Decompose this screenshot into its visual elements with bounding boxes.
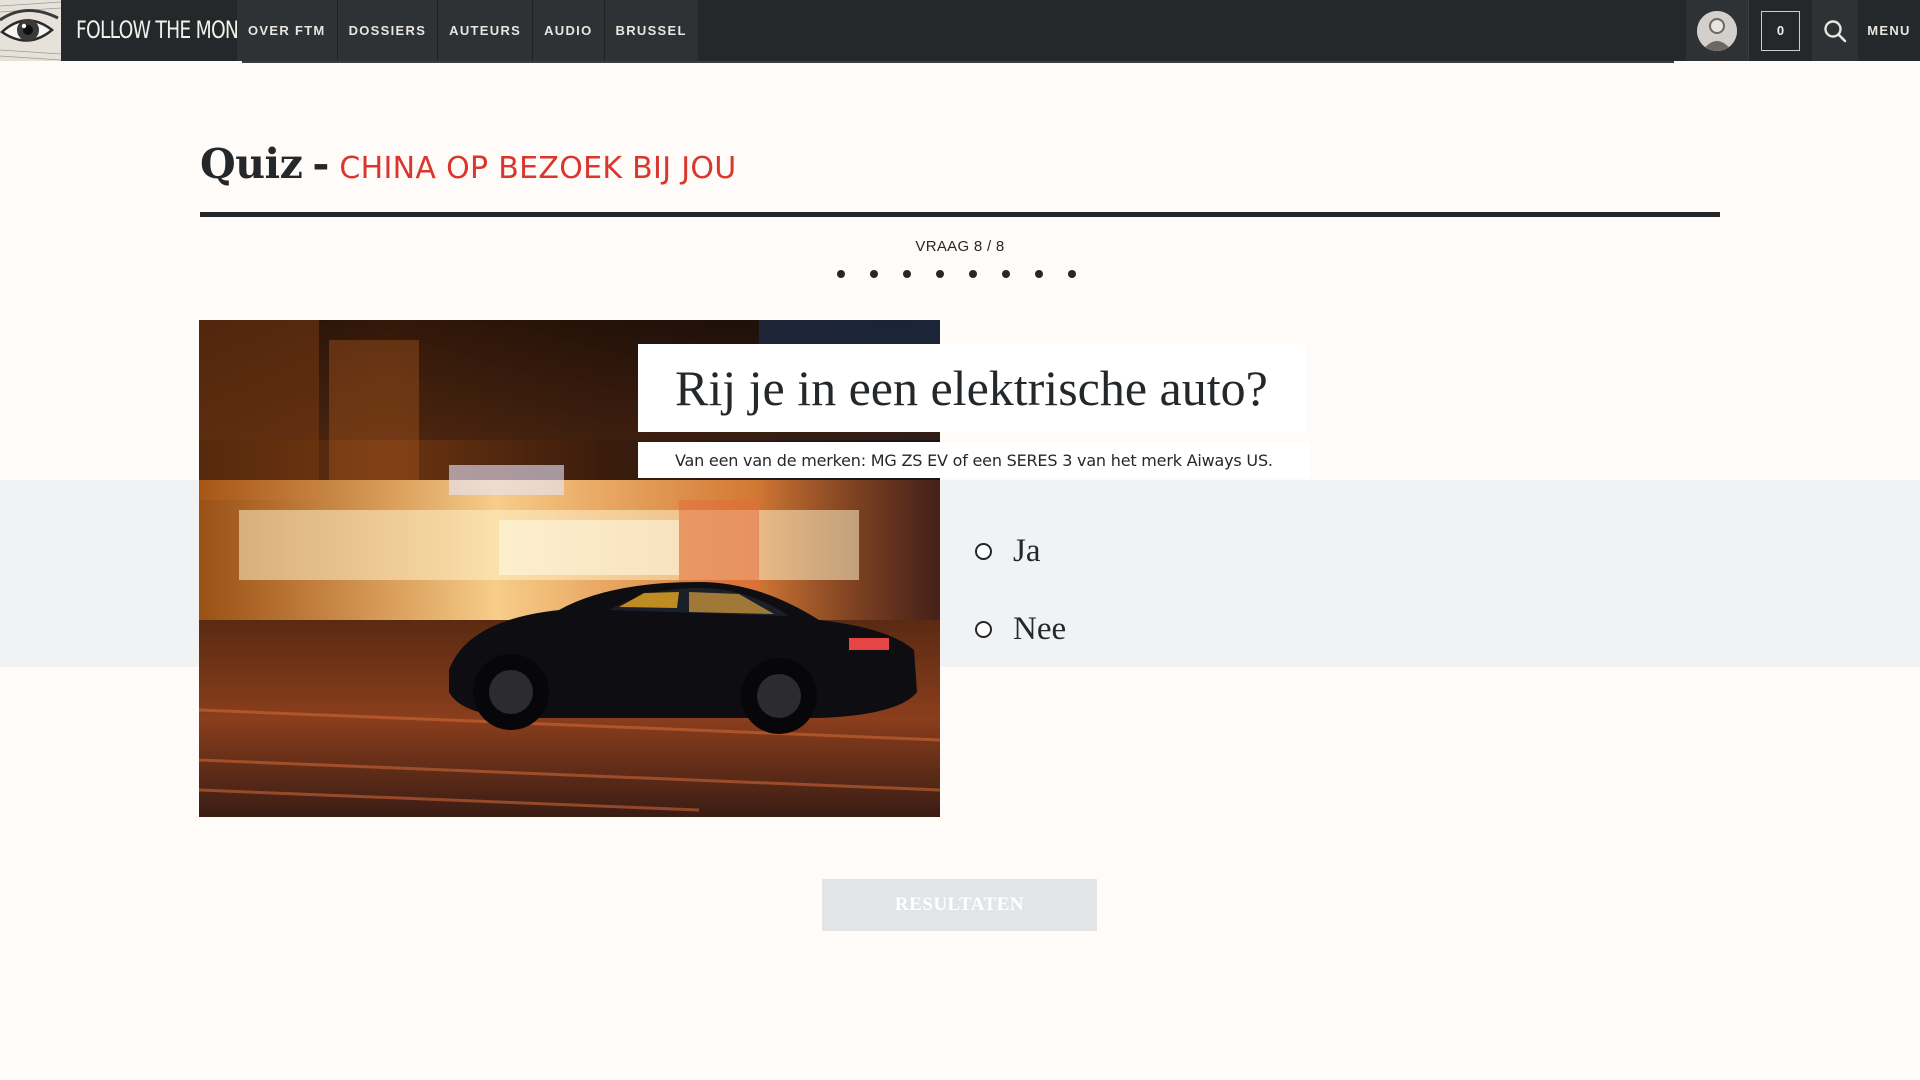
radio-button[interactable] [975,620,992,638]
results-button[interactable]: RESULTATEN [822,879,1097,931]
progress-dot-2[interactable] [870,270,878,278]
account-button[interactable] [1686,0,1748,61]
topbar-shadow [242,61,1674,63]
progress-dot-5[interactable] [969,270,977,278]
question-hint: Van een van de merken: MG ZS EV of een S… [675,450,1273,470]
progress-dot-7[interactable] [1035,270,1043,278]
nav-item-auteurs[interactable]: AUTEURS [437,0,533,61]
quiz-label: Quiz [200,140,303,188]
progress-dots [837,270,1076,278]
title-divider [200,212,1720,217]
main-nav: OVER FTM DOSSIERS AUTEURS AUDIO BRUSSEL [237,0,698,61]
header-tools: 0 MENU [1686,0,1920,61]
progress-dot-1[interactable] [837,270,845,278]
answer-option-ja[interactable]: Ja [975,512,1066,590]
nav-item-audio[interactable]: AUDIO [532,0,604,61]
nav-item-brussel[interactable]: BRUSSEL [603,0,698,61]
nav-item-over-ftm[interactable]: OVER FTM [237,0,337,61]
top-navigation-bar: FOLLOW THE MONEY OVER FTM DOSSIERS AUTEU… [0,0,1920,61]
menu-button[interactable]: MENU [1858,0,1920,61]
site-logo-text[interactable]: FOLLOW THE MONEY [76,0,261,61]
question-progress: VRAAG 8 / 8 [915,238,1005,255]
answer-options: Ja Nee [975,512,1066,668]
reading-list-count: 0 [1761,10,1800,51]
progress-dot-8[interactable] [1068,270,1076,278]
answer-label: Nee [1013,610,1067,647]
progress-dot-3[interactable] [903,270,911,278]
quiz-title-separator: - [312,140,330,188]
reading-list-button[interactable]: 0 [1748,0,1812,61]
answer-option-nee[interactable]: Nee [975,590,1066,668]
quiz-subject: CHINA OP BEZOEK BIJ JOU [339,151,737,186]
search-icon [1824,19,1847,42]
progress-dot-6[interactable] [1002,270,1010,278]
answer-label: Ja [1013,532,1041,569]
user-avatar-icon [1697,10,1737,51]
question-hint-box: Van een van de merken: MG ZS EV of een S… [638,442,1310,478]
question-text: Rij je in een elektrische auto? [675,360,1268,416]
eye-logo-icon[interactable] [0,0,61,61]
radio-button[interactable] [975,542,992,560]
quiz-title: Quiz - CHINA OP BEZOEK BIJ JOU [200,140,737,188]
progress-dot-4[interactable] [936,270,944,278]
nav-item-dossiers[interactable]: DOSSIERS [336,0,438,61]
search-button[interactable] [1812,0,1858,61]
question-title-box: Rij je in een elektrische auto? [638,344,1305,432]
